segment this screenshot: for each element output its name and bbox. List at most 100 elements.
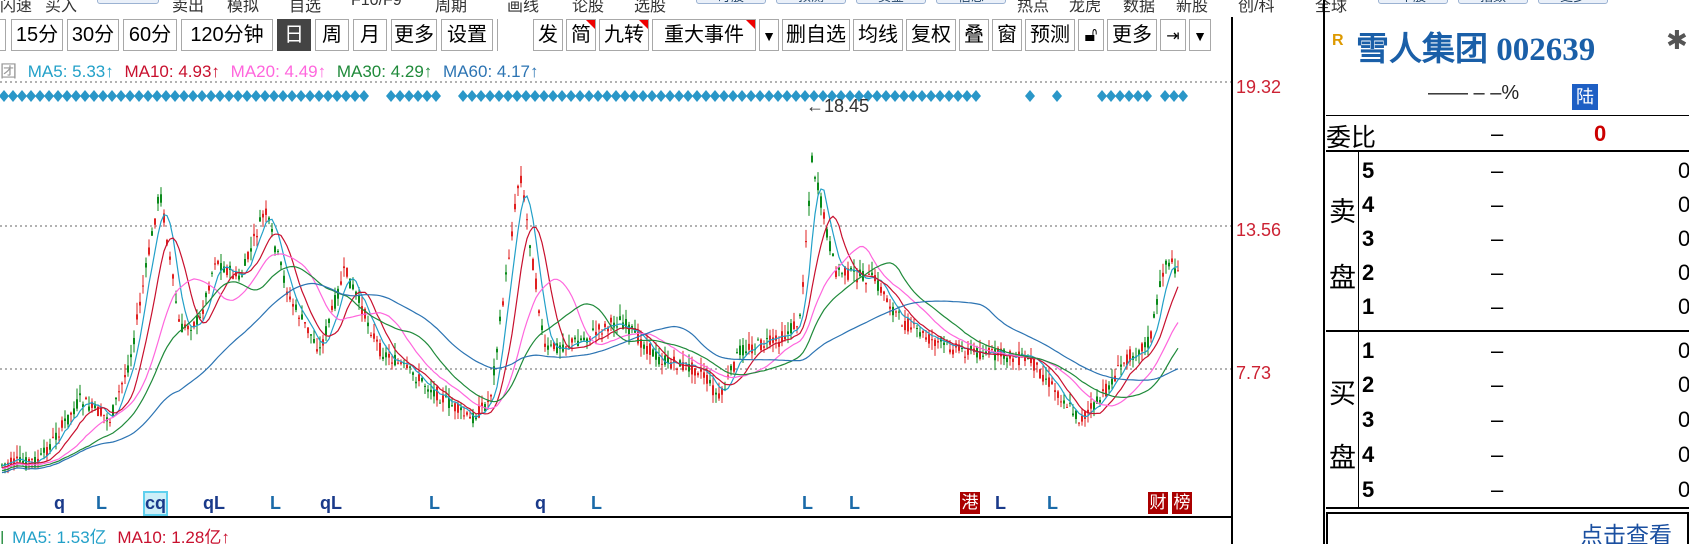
menu-pill[interactable]: 盯股	[696, 0, 766, 4]
view-link[interactable]: 点击查看	[1580, 516, 1672, 544]
event-marker[interactable]: L	[591, 493, 602, 514]
menu-item[interactable]: 周期	[435, 0, 467, 16]
tool-fa-button[interactable]: 发	[533, 19, 563, 51]
period-more-button[interactable]: 更多	[391, 19, 437, 51]
candle-body	[1075, 410, 1077, 420]
buy-row[interactable]: 4 – 0	[1326, 438, 1689, 472]
sell-row[interactable]: 3 – 0	[1326, 222, 1689, 256]
event-marker[interactable]: L	[802, 493, 813, 514]
settings-button[interactable]: 设置	[441, 19, 493, 51]
quote-panel: R 雪人集团 002639 ✱ —— – –% 陆 委比 – 0 卖 盘 5–0…	[1326, 0, 1689, 544]
event-marker-hk[interactable]: 港	[960, 492, 980, 514]
menu-pill[interactable]: 预测	[776, 0, 846, 4]
period-30min-button[interactable]: 30分	[67, 19, 119, 51]
event-marker[interactable]: q	[54, 493, 65, 514]
menu-item[interactable]: F10/F9	[351, 0, 402, 10]
candle-body	[658, 356, 660, 365]
candle-body	[712, 385, 714, 396]
menu-pill[interactable]: 信息	[936, 0, 1006, 4]
candle-body	[919, 332, 921, 337]
buy-row[interactable]: 5 – 0	[1326, 473, 1689, 507]
price: –	[1491, 477, 1504, 502]
event-marker[interactable]: qL	[203, 493, 225, 514]
signal-diamond	[602, 90, 612, 102]
signal-diamond	[1052, 90, 1062, 102]
buy-row[interactable]: 3 – 0	[1326, 403, 1689, 437]
event-marker-finance[interactable]: 财	[1148, 492, 1168, 514]
volume: 0	[1678, 407, 1689, 432]
event-marker[interactable]: cq	[142, 491, 169, 516]
candle-body	[652, 349, 654, 357]
candle-body	[736, 352, 738, 354]
sell-row[interactable]: 5 – 0	[1326, 154, 1689, 188]
candle-body	[175, 301, 177, 303]
menu-item[interactable]: 论股	[572, 0, 604, 16]
signal-diamond	[431, 90, 441, 102]
tool-jiuzhuan-button[interactable]: 九转	[599, 19, 649, 51]
event-marker[interactable]: qL	[320, 493, 342, 514]
period-15min-button[interactable]: 15分	[11, 19, 63, 51]
signal-diamond	[737, 90, 747, 102]
candle-body	[421, 378, 423, 382]
event-marker[interactable]: L	[96, 493, 107, 514]
candle-body	[718, 393, 720, 399]
menu-pill[interactable]: 资金	[856, 0, 926, 4]
menu-item[interactable]: 选股	[634, 0, 666, 16]
candle-body	[112, 405, 114, 417]
event-marker[interactable]: L	[270, 493, 281, 514]
event-marker[interactable]: L	[849, 493, 860, 514]
sell-row[interactable]: 2 – 0	[1326, 256, 1689, 290]
menu-item[interactable]: 模拟	[227, 0, 259, 16]
menu-item[interactable]: 卖出	[172, 0, 204, 16]
menu-item[interactable]: 龙虎	[1069, 0, 1101, 16]
signal-diamond	[1178, 90, 1188, 102]
period-week-button[interactable]: 周	[315, 19, 349, 51]
weibi-top-line	[1326, 115, 1689, 116]
collapse-panel-button[interactable]: ⇥	[1160, 19, 1186, 51]
tool-adjust-button[interactable]: 复权	[906, 19, 956, 51]
tool-ma-button[interactable]: 均线	[853, 19, 903, 51]
menu-item[interactable]: 热点	[1017, 0, 1049, 16]
tool-events-button[interactable]: 重大事件	[652, 19, 756, 51]
buy-row[interactable]: 1 – 0	[1326, 334, 1689, 368]
buy-row[interactable]: 2 – 0	[1326, 368, 1689, 402]
candle-body	[340, 281, 342, 285]
sell-row[interactable]: 1 – 0	[1326, 290, 1689, 324]
tool-window-button[interactable]: 窗	[992, 19, 1022, 51]
period-120min-button[interactable]: 120分钟	[181, 19, 273, 51]
menu-item[interactable]: 新股	[1176, 0, 1208, 16]
menu-item[interactable]: 画线	[507, 0, 539, 16]
dropdown-arrow-button[interactable]: ▼	[759, 19, 779, 51]
event-marker[interactable]: L	[995, 493, 1006, 514]
candle-body	[841, 273, 843, 275]
lu-badge[interactable]: 陆	[1572, 84, 1598, 110]
menu-pill[interactable]	[97, 0, 159, 4]
menu-item[interactable]: 自选	[289, 0, 321, 16]
kline-chart[interactable]	[0, 80, 1233, 520]
event-marker[interactable]: L	[429, 493, 440, 514]
tool-jian-button[interactable]: 简	[566, 19, 596, 51]
menu-item[interactable]: 闪速	[0, 0, 32, 16]
period-month-button[interactable]: 月	[353, 19, 387, 51]
signal-diamond	[0, 90, 9, 102]
event-marker[interactable]: q	[535, 493, 546, 514]
period-day-button[interactable]: 日	[277, 19, 311, 51]
candle-body	[949, 349, 951, 353]
candle-body	[1036, 362, 1038, 365]
event-marker-rank[interactable]: 榜	[1172, 492, 1192, 514]
menu-item[interactable]: 数据	[1123, 0, 1155, 16]
sell-row[interactable]: 4 – 0	[1326, 188, 1689, 222]
gear-icon[interactable]: ✱	[1666, 25, 1688, 56]
tool-del-watchlist-button[interactable]: 删自选	[782, 19, 850, 51]
menu-item[interactable]: 买入	[45, 0, 77, 16]
lock-button[interactable]: 🔓︎	[1078, 19, 1104, 51]
menu-item[interactable]: 创/科	[1238, 0, 1274, 16]
candle-body	[904, 320, 906, 331]
event-marker[interactable]: L	[1047, 493, 1058, 514]
period-60min-button[interactable]: 60分	[123, 19, 177, 51]
candle-body	[1057, 391, 1059, 398]
tool-more-button[interactable]: 更多	[1107, 19, 1157, 51]
toolbar-menu-button[interactable]: ▼	[1189, 19, 1211, 51]
tool-forecast-button[interactable]: 预测	[1025, 19, 1075, 51]
tool-overlay-button[interactable]: 叠	[959, 19, 989, 51]
